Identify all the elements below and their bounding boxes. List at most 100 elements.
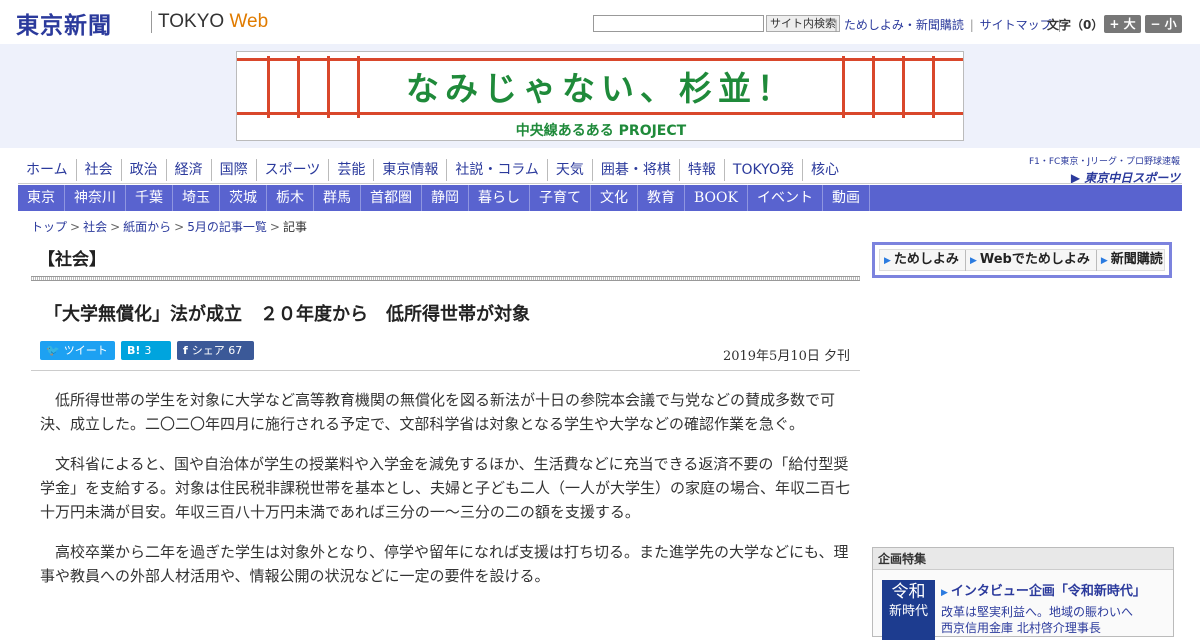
tokyo-web-logo[interactable]: TOKYO Web [158, 11, 268, 33]
feature-heading: 企画特集 [873, 548, 1173, 570]
logo-tokyo-text: TOKYO [158, 11, 225, 32]
nav-region-tokyo[interactable]: 東京 [18, 185, 65, 211]
article-headline: 「大学無償化」法が成立 ２０年度から 低所得世帯が対象 [44, 304, 530, 325]
nav-politics[interactable]: 政治 [122, 159, 167, 181]
breadcrumb-top[interactable]: トップ [31, 220, 67, 234]
promo-links: ▶ ためしよみ ▶ Webでためしよみ ▶ 新聞購読 [879, 249, 1165, 271]
feature-summary[interactable]: 改革は堅実利益へ。地域の賑わいへ 西京信用金庫 北村啓介理事長 [941, 604, 1133, 636]
hatena-bookmark-icon: B! [127, 344, 141, 357]
promo-trial-label: ためしよみ [893, 252, 959, 267]
nav-sports[interactable]: スポーツ [257, 159, 330, 181]
promo-subscribe-label: 新聞購読 [1110, 252, 1163, 267]
header-link-subscribe[interactable]: ためしよみ・新聞購読 [844, 18, 964, 32]
font-size-label: 文字（0） [1047, 18, 1104, 32]
breadcrumb-separator: > [269, 220, 280, 234]
arrow-right-icon: ▶ [941, 588, 948, 598]
nav-culture[interactable]: 文化 [591, 185, 638, 211]
promo-trial[interactable]: ▶ ためしよみ [880, 250, 966, 271]
nav-home[interactable]: ホーム [18, 159, 77, 181]
hatena-count: 3 [144, 344, 152, 357]
nav-parenting[interactable]: 子育て [530, 185, 591, 211]
nav-region-gunma[interactable]: 群馬 [314, 185, 361, 211]
nav-region-chiba[interactable]: 千葉 [126, 185, 173, 211]
promo-subscribe[interactable]: ▶ 新聞購読 [1097, 250, 1169, 271]
nav-weather[interactable]: 天気 [548, 159, 593, 181]
nav-region-kanagawa[interactable]: 神奈川 [65, 185, 126, 211]
article-body: 低所得世帯の学生を対象に大学など高等教育機関の無償化を図る新法が十日の参院本会議… [40, 388, 850, 604]
banner-subtitle: 中央線あるある PROJECT [515, 123, 687, 139]
feature-title: インタビュー企画「令和新時代」 [950, 584, 1146, 599]
nav-tokyo-hatsu[interactable]: TOKYO発 [725, 159, 803, 181]
promo-web-trial-label: Webでためしよみ [979, 252, 1090, 267]
article-paragraph: 低所得世帯の学生を対象に大学など高等教育機関の無償化を図る新法が十日の参院本会議… [40, 391, 836, 433]
font-larger-button[interactable]: + 大 [1104, 15, 1141, 33]
facebook-share-button[interactable]: f シェア 67 [177, 341, 254, 360]
nav-go-shogi[interactable]: 囲碁・将棋 [593, 159, 680, 181]
facebook-icon: f [183, 344, 188, 357]
site-search-input[interactable] [593, 15, 764, 32]
nav-book[interactable]: BOOK [685, 185, 748, 211]
nav-education[interactable]: 教育 [638, 185, 685, 211]
feature-thumbnail[interactable]: 令和 新時代 [882, 580, 935, 640]
facebook-share-count: 67 [228, 344, 243, 357]
header-link-sitemap[interactable]: サイトマップ [980, 18, 1052, 32]
nav-region-saitama[interactable]: 埼玉 [173, 185, 220, 211]
nav-region-metro[interactable]: 首都圏 [361, 185, 422, 211]
thumb-line: 新時代 [888, 604, 928, 619]
banner-title: なみじゃない、杉並！ [406, 69, 796, 108]
nav-entertainment[interactable]: 芸能 [329, 159, 375, 181]
breadcrumb-society[interactable]: 社会 [83, 220, 107, 234]
arrow-right-icon: ▶ [884, 256, 891, 266]
tweet-button[interactable]: 🐦 ツイート [40, 341, 115, 360]
nav-core[interactable]: 核心 [803, 159, 847, 181]
rail-line [237, 58, 963, 61]
nav-region-ibaraki[interactable]: 茨城 [220, 185, 267, 211]
breadcrumb-may-list[interactable]: 5月の記事一覧 [187, 220, 267, 234]
breadcrumb-separator: > [174, 220, 185, 234]
nav-region-tochigi[interactable]: 栃木 [267, 185, 314, 211]
article-paragraph: 高校卒業から二年を過ぎた学生は対象外となり、停学や留年になれば支援は打ち切る。ま… [40, 543, 849, 585]
nav-living[interactable]: 暮らし [469, 185, 530, 211]
site-logo[interactable]: 東京新聞 [16, 6, 112, 40]
arrow-right-icon: ▶ [1100, 256, 1108, 266]
nav-video[interactable]: 動画 [823, 185, 870, 211]
site-search-button[interactable]: サイト内検索 [766, 15, 840, 32]
nav-world[interactable]: 国際 [212, 159, 257, 181]
ad-banner[interactable]: なみじゃない、杉並！ 中央線あるある PROJECT [236, 51, 964, 141]
nav-region-shizuoka[interactable]: 静岡 [422, 185, 469, 211]
primary-nav: ホーム 社会 政治 経済 国際 スポーツ 芸能 東京情報 社説・コラム 天気 囲碁・将棋 特報 TOKY… [18, 159, 847, 183]
sports-link-caption: F1・FC東京・Jリーグ・プロ野球速報 [1028, 157, 1180, 167]
link-divider: | [969, 18, 974, 32]
section-label: 【社会】 [38, 250, 106, 270]
twitter-bird-icon: 🐦 [46, 344, 60, 357]
font-smaller-button[interactable]: − 小 [1145, 15, 1182, 33]
thumb-line: 令和 [891, 582, 926, 602]
breadcrumb-separator: > [110, 220, 121, 234]
nav-editorial[interactable]: 社説・コラム [447, 159, 548, 181]
logo-web-text: Web [229, 11, 269, 32]
article-divider [31, 370, 860, 371]
promo-web-trial[interactable]: ▶ Webでためしよみ [966, 250, 1097, 271]
tweet-label: ツイート [63, 344, 108, 357]
rail-line [237, 112, 963, 115]
nav-society[interactable]: 社会 [77, 159, 122, 181]
nav-tokyo-info[interactable]: 東京情報 [374, 159, 448, 181]
feature-title-link[interactable]: ▶ インタビュー企画「令和新時代」 [941, 580, 1146, 599]
nav-event[interactable]: イベント [748, 185, 823, 211]
breadcrumb-separator: > [70, 220, 81, 234]
nav-special[interactable]: 特報 [680, 159, 725, 181]
section-divider [31, 276, 860, 281]
article-paragraph: 文科省によると、国や自治体が学生の授業料や入学金を減免するほか、生活費などに充当… [40, 455, 851, 521]
nav-divider [18, 183, 1182, 184]
breadcrumb-print[interactable]: 紙面から [123, 220, 171, 234]
arrow-right-icon: ▶ [969, 256, 977, 266]
logo-divider [151, 11, 152, 33]
feature-box: 企画特集 令和 新時代 ▶ インタビュー企画「令和新時代」 改革は堅実利益へ。地域… [872, 547, 1174, 640]
article-date: 2019年5月10日 夕刊 [722, 349, 850, 364]
subscription-promo: ▶ ためしよみ ▶ Webでためしよみ ▶ 新聞購読 [872, 242, 1172, 278]
feature-summary-line: 西京信用金庫 北村啓介理事長 [941, 621, 1101, 635]
regional-nav: 東京 神奈川 千葉 埼玉 茨城 栃木 群馬 首都圏 静岡 暮らし 子育て 文化 教育 BOOK イベント 動画 [18, 185, 1182, 211]
hatena-bookmark-button[interactable]: B! 3 [121, 341, 171, 360]
nav-economy[interactable]: 経済 [167, 159, 212, 181]
site-header: 東京新聞 TOKYO Web サイト内検索 | ためしよみ・新聞購読 | サイト… [0, 0, 1200, 44]
